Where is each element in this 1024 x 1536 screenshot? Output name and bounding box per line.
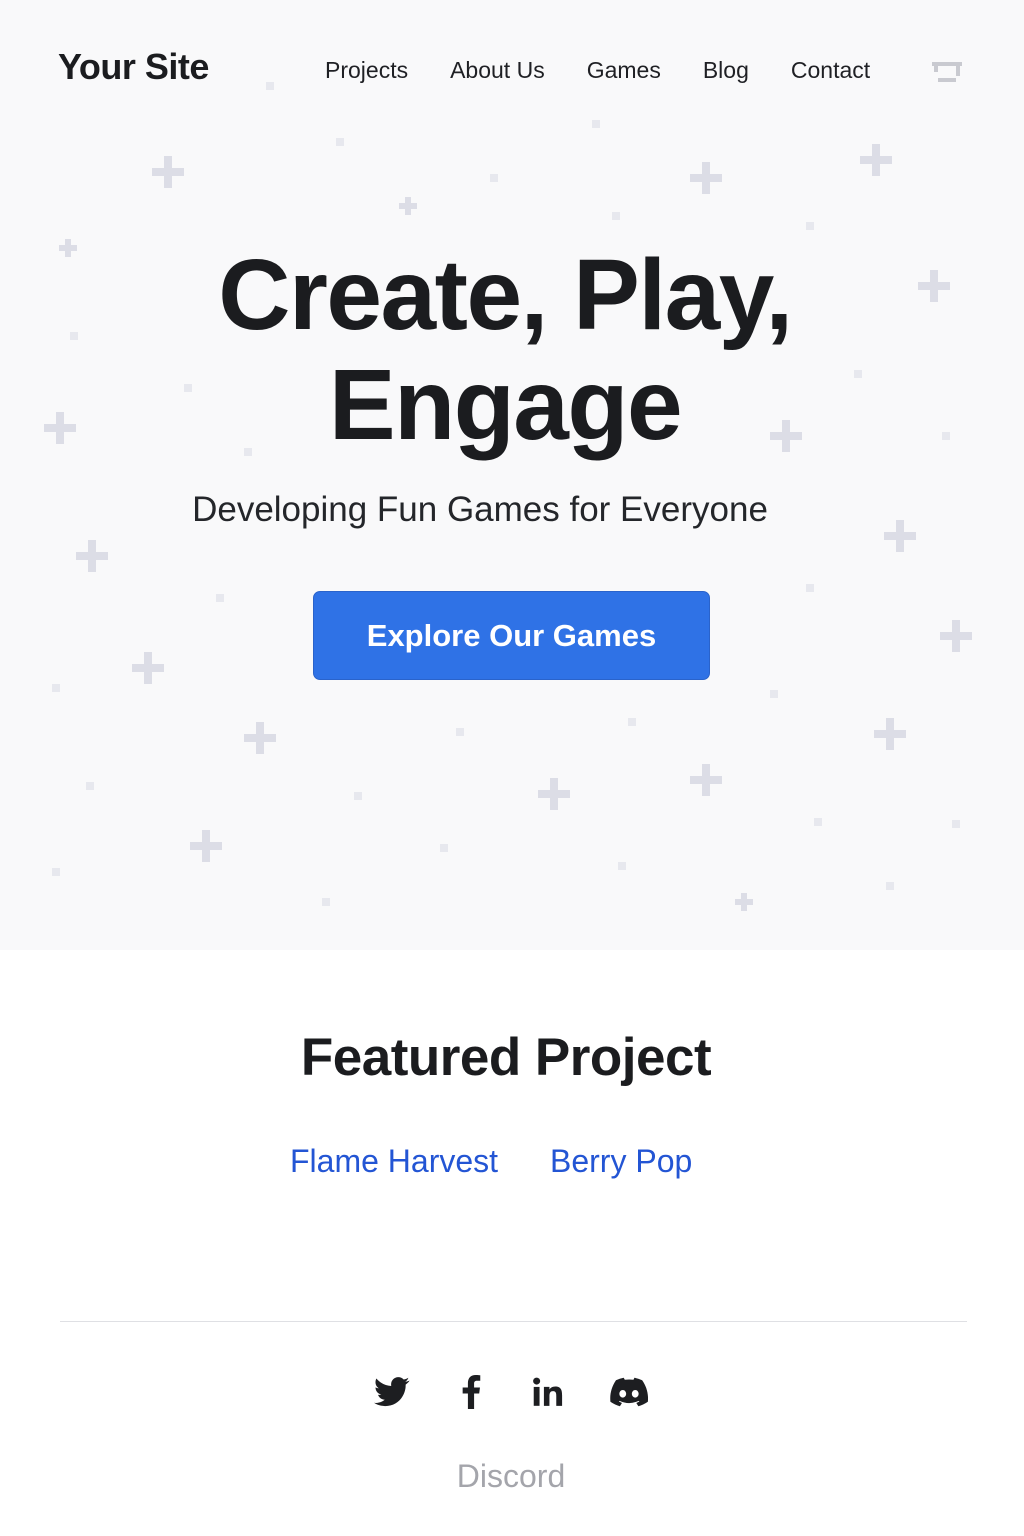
explore-games-button[interactable]: Explore Our Games — [313, 591, 710, 680]
site-header: Your Site Projects About Us Games Blog C… — [0, 0, 1024, 140]
menu-icon[interactable] — [932, 58, 962, 84]
nav-item-about-us[interactable]: About Us — [450, 57, 545, 84]
footer-discord-label: Discord — [456, 1458, 566, 1494]
twitter-icon[interactable] — [372, 1372, 412, 1412]
project-link-berry-pop[interactable]: Berry Pop — [550, 1143, 692, 1180]
main-nav: Projects About Us Games Blog Contact — [325, 57, 870, 84]
hero-section: Create, Play, Engage Developing Fun Game… — [0, 140, 1024, 950]
nav-item-blog[interactable]: Blog — [703, 57, 749, 84]
hero-subtitle: Developing Fun Games for Everyone — [192, 490, 768, 529]
hero-title: Create, Play, Engage — [0, 240, 1010, 460]
hero-title-line-1: Create, Play, — [218, 239, 793, 351]
nav-item-contact[interactable]: Contact — [791, 57, 870, 84]
discord-icon[interactable] — [609, 1372, 649, 1412]
facebook-icon[interactable] — [451, 1372, 491, 1412]
project-link-flame-harvest[interactable]: Flame Harvest — [290, 1143, 498, 1180]
featured-title: Featured Project — [300, 1028, 712, 1087]
page: Your Site Projects About Us Games Blog C… — [0, 0, 1024, 1536]
site-logo[interactable]: Your Site — [58, 46, 209, 88]
footer-divider — [60, 1321, 967, 1322]
linkedin-icon[interactable] — [529, 1372, 569, 1412]
nav-item-projects[interactable]: Projects — [325, 57, 408, 84]
hero-title-line-2: Engage — [328, 349, 683, 461]
nav-item-games[interactable]: Games — [587, 57, 661, 84]
